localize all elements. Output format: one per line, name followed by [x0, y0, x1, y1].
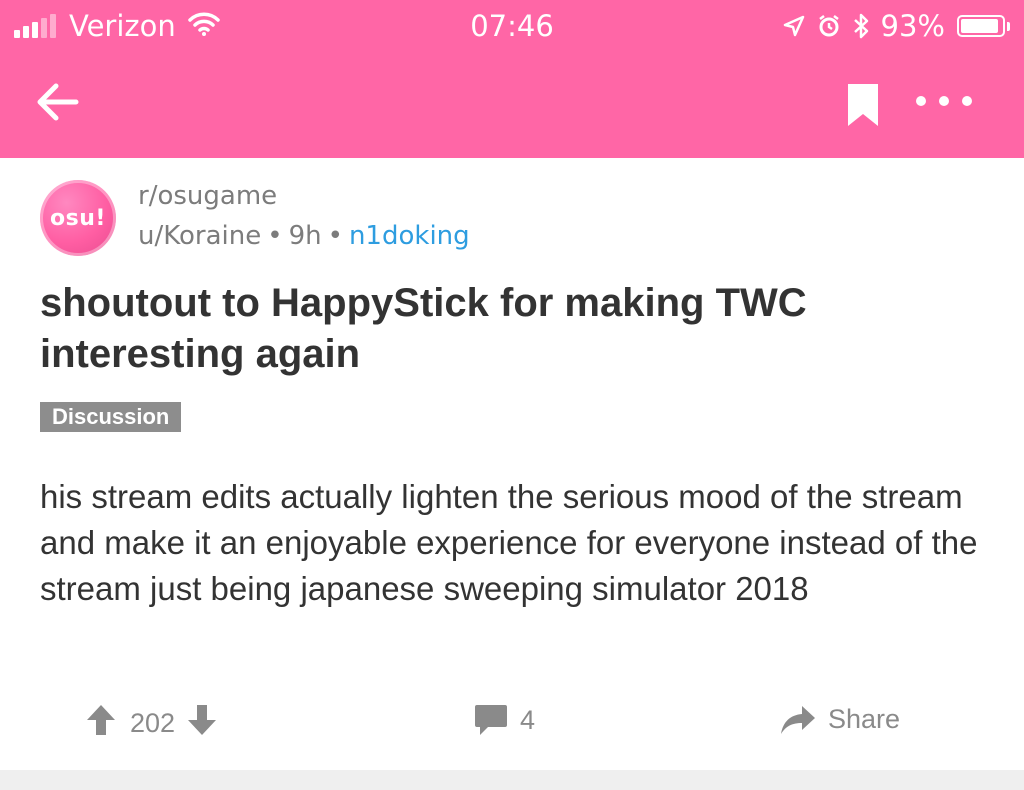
vote-group: 202: [86, 704, 217, 743]
back-button[interactable]: [34, 78, 82, 126]
app-header: Verizon 07:46 93%: [0, 0, 1024, 158]
arrow-up-icon: [87, 705, 115, 735]
bookmark-icon: [848, 84, 878, 126]
arrow-left-icon: [37, 83, 79, 121]
bluetooth-icon: [853, 13, 869, 39]
status-right: 93%: [771, 9, 1010, 43]
bookmark-button[interactable]: [846, 84, 880, 126]
author-flair: n1doking: [348, 221, 470, 251]
author-link[interactable]: u/Koraine: [138, 221, 261, 251]
subreddit-avatar[interactable]: osu!: [40, 180, 116, 256]
alarm-icon: [817, 14, 841, 38]
more-horizontal-icon: [916, 96, 926, 106]
more-options-button[interactable]: [916, 88, 972, 114]
battery-icon: [957, 15, 1010, 37]
post-age: 9h: [288, 221, 322, 251]
upvote-button[interactable]: [86, 704, 116, 743]
share-icon: [781, 705, 815, 734]
divider: [0, 770, 1024, 790]
comment-icon: [475, 705, 507, 735]
comment-count: 4: [520, 704, 536, 735]
subreddit-name[interactable]: r/osugame: [138, 181, 277, 211]
battery-percent: 93%: [880, 9, 945, 43]
arrow-down-icon: [188, 705, 217, 735]
post-flair-tag[interactable]: Discussion: [40, 402, 182, 432]
status-bar: Verizon 07:46 93%: [0, 0, 1024, 52]
share-label: Share: [828, 704, 901, 734]
share-button[interactable]: Share: [780, 704, 900, 735]
post-body: his stream edits actually lighten the se…: [40, 478, 978, 607]
post-meta: u/Koraine • 9h • n1doking: [138, 221, 470, 251]
comments-button[interactable]: 4: [474, 704, 535, 736]
downvote-button[interactable]: [187, 704, 217, 743]
post-title: shoutout to HappyStick for making TWC in…: [40, 281, 807, 376]
score: 202: [130, 708, 176, 738]
location-icon: [783, 15, 805, 37]
post-actions: 202 4 Share: [0, 700, 1024, 750]
